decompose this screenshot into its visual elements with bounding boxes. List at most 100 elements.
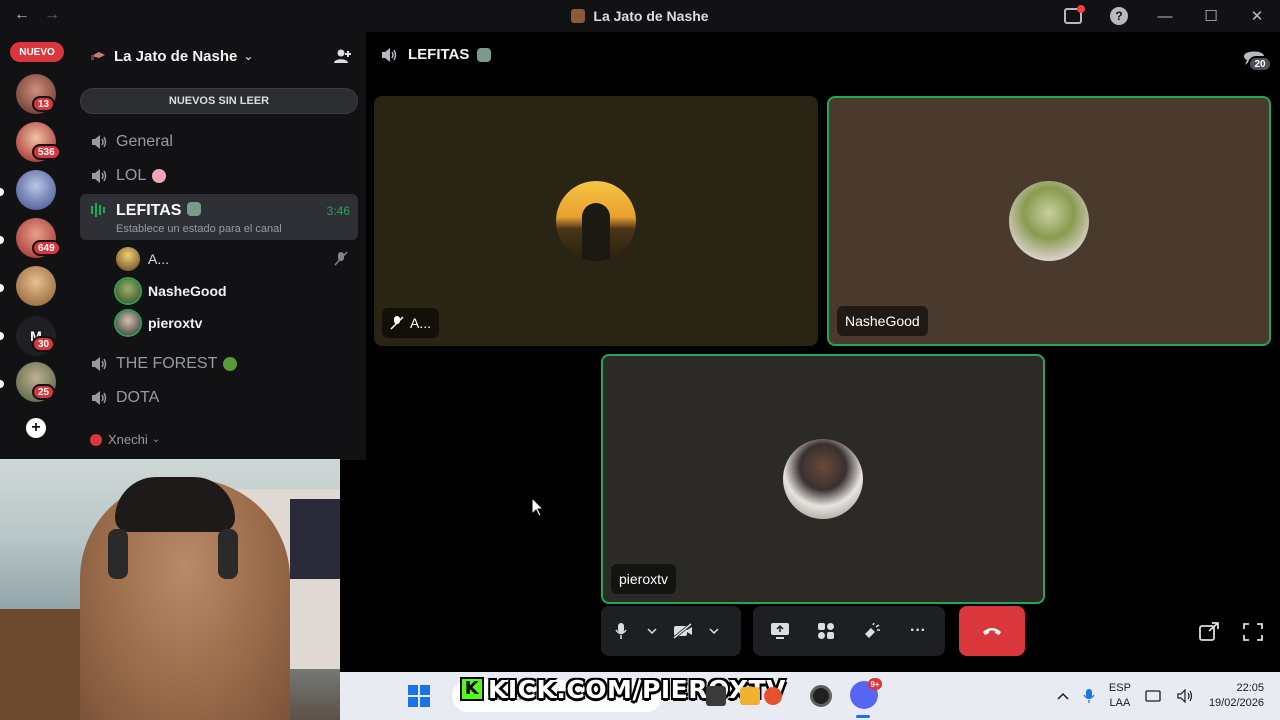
camera-options-button[interactable] xyxy=(703,611,725,651)
channel-the-forest[interactable]: THE FOREST xyxy=(80,348,358,380)
unread-pip xyxy=(0,188,4,196)
volume-icon[interactable] xyxy=(1177,689,1195,703)
mention-badge: 13 xyxy=(32,96,56,112)
pop-out-icon[interactable] xyxy=(1198,622,1220,642)
input-language[interactable]: ESP LAA xyxy=(1109,681,1131,711)
guild-name: La Jato de Nashe xyxy=(114,47,238,65)
maximize-button[interactable]: ☐ xyxy=(1188,0,1234,32)
speaker-icon xyxy=(382,47,397,62)
chat-count-badge: 20 xyxy=(1248,56,1272,72)
guild-header[interactable]: La Jato de Nashe ⌄ xyxy=(72,32,366,80)
voice-user[interactable]: A... xyxy=(116,245,169,273)
voice-active-icon xyxy=(91,203,105,217)
guild-emoji-icon xyxy=(91,52,105,60)
camera-off-icon xyxy=(673,623,692,639)
voice-user[interactable]: NasheGood xyxy=(116,277,227,305)
notification-badge: 9+ xyxy=(868,678,882,690)
participant-nametag: A... xyxy=(382,308,440,338)
channel-name: General xyxy=(116,133,173,150)
fullscreen-icon[interactable] xyxy=(1242,622,1264,642)
avatar xyxy=(116,311,140,335)
people-emoji-icon xyxy=(477,47,492,62)
camera-button[interactable] xyxy=(663,611,703,651)
unread-pip xyxy=(0,380,4,388)
chevron-down-icon xyxy=(709,628,719,634)
soundboard-button[interactable] xyxy=(852,611,892,651)
audio-video-controls xyxy=(601,606,741,656)
network-icon[interactable] xyxy=(1145,689,1163,703)
clock[interactable]: 22:05 19/02/2026 xyxy=(1209,681,1264,711)
voice-user[interactable]: pieroxtv xyxy=(116,309,202,337)
mouse-cursor-icon xyxy=(531,497,545,517)
soundboard-icon xyxy=(865,622,880,638)
call-channel-name: LEFITAS xyxy=(408,46,470,63)
channel-general[interactable]: General xyxy=(80,126,358,158)
category-emoji-icon xyxy=(90,433,102,446)
channel-name: LEFITAS xyxy=(116,202,182,219)
microphone-icon[interactable] xyxy=(1083,688,1095,704)
taskbar-app-icon[interactable] xyxy=(740,687,760,705)
windows-start-icon[interactable] xyxy=(408,685,430,707)
help-icon: ? xyxy=(1110,7,1128,25)
avatar xyxy=(116,247,140,271)
participant-tile[interactable]: NasheGood xyxy=(827,96,1271,346)
participant-tile[interactable]: pieroxtv xyxy=(601,354,1045,604)
channel-lol[interactable]: LOL xyxy=(80,160,358,192)
close-button[interactable]: ✕ xyxy=(1234,0,1280,32)
avatar-figure xyxy=(582,203,610,261)
invite-people-icon[interactable] xyxy=(334,48,352,64)
channel-status[interactable]: Establece un estado para el canal xyxy=(116,223,282,235)
speaker-icon xyxy=(92,169,107,183)
mention-badge: 25 xyxy=(32,384,56,400)
unread-pip xyxy=(0,332,4,340)
voice-user-name: pieroxtv xyxy=(148,315,203,331)
window-controls: ? — ☐ ✕ xyxy=(1050,0,1280,32)
webcam-background xyxy=(290,499,340,579)
mic-muted-icon xyxy=(390,316,404,330)
new-unread-pill[interactable]: NUEVO xyxy=(10,42,64,62)
server-icon[interactable] xyxy=(16,170,56,210)
minimize-button[interactable]: — xyxy=(1142,0,1188,32)
title-bar: ← → La Jato de Nashe ? — ☐ ✕ xyxy=(0,0,1280,32)
call-header: LEFITAS xyxy=(380,46,492,63)
voice-user-name: A... xyxy=(148,251,170,267)
add-server-icon[interactable]: + xyxy=(26,418,46,438)
inbox-button[interactable] xyxy=(1050,0,1096,32)
channel-name: LOL xyxy=(116,167,147,184)
activities-button[interactable] xyxy=(806,611,846,651)
channel-name: DOTA xyxy=(116,389,160,406)
pig-emoji-icon xyxy=(152,169,167,183)
voice-user-name: NasheGood xyxy=(148,283,227,299)
microphone-icon xyxy=(615,623,627,639)
taskbar-app-icon[interactable] xyxy=(764,687,782,705)
channel-lefitas[interactable]: LEFITAS 3:46 Establece un estado para el… xyxy=(80,194,358,240)
taskbar-app-icon[interactable] xyxy=(706,686,726,706)
chevron-up-icon[interactable] xyxy=(1057,692,1069,700)
category-xnechi[interactable]: Xnechi ⌄ xyxy=(90,432,160,447)
activities-icon xyxy=(818,623,834,639)
disconnect-button[interactable] xyxy=(959,606,1025,656)
screen-share-button[interactable] xyxy=(760,611,800,651)
server-icon xyxy=(571,9,586,23)
new-unread-button[interactable]: NUEVOS SIN LEER xyxy=(80,88,358,114)
microphone-button[interactable] xyxy=(601,611,641,651)
channel-dota[interactable]: DOTA xyxy=(80,382,358,414)
screen-share-icon xyxy=(771,623,789,639)
tree-emoji-icon xyxy=(223,357,238,371)
avatar xyxy=(1009,181,1089,261)
unread-pip xyxy=(0,236,4,244)
active-app-indicator xyxy=(856,715,870,718)
inbox-icon xyxy=(1064,5,1085,24)
channel-list: La Jato de Nashe ⌄ NUEVOS SIN LEER Gener… xyxy=(72,32,366,460)
category-name: Xnechi xyxy=(108,432,148,447)
mic-options-button[interactable] xyxy=(641,611,663,651)
server-icon[interactable] xyxy=(16,266,56,306)
taskbar-app-icon[interactable] xyxy=(810,685,832,707)
participant-tile[interactable]: A... xyxy=(374,96,818,346)
participant-name: NasheGood xyxy=(845,313,920,329)
chevron-down-icon: ⌄ xyxy=(243,49,254,63)
help-button[interactable]: ? xyxy=(1096,0,1142,32)
more-options-button[interactable]: ··· xyxy=(898,611,938,651)
participant-name: pieroxtv xyxy=(619,571,669,587)
windows-taskbar: Buscar K KICK.COM/PIEROXTV 9+ ESP LAA 22:… xyxy=(340,672,1280,720)
